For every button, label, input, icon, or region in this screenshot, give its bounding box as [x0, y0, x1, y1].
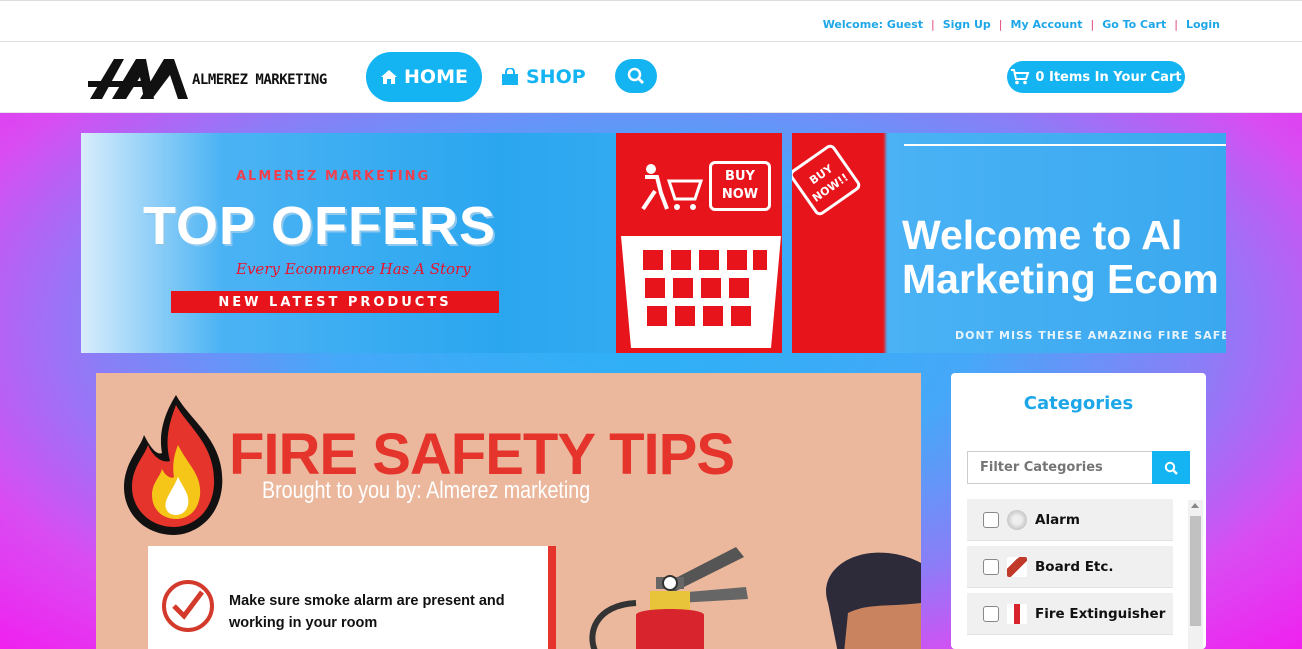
account-links: Welcome: Guest | Sign Up | My Account | …	[823, 18, 1220, 31]
category-label: Fire Extinguisher	[1035, 605, 1166, 622]
separator: |	[998, 18, 1003, 31]
category-checkbox[interactable]	[983, 605, 999, 622]
person-illustration	[826, 552, 921, 649]
cart-button[interactable]: 0 Items In Your Cart	[1007, 61, 1185, 93]
alarm-icon	[1007, 509, 1027, 530]
banner-tagline: DONT MISS THESE AMAZING FIRE SAFE	[955, 329, 1226, 342]
banner-slogan: Every Ecommerce Has A Story	[236, 260, 471, 278]
logo-text: ALMEREZ MARKETING	[192, 72, 327, 88]
filter-categories-input[interactable]	[967, 451, 1153, 484]
category-item-fire-extinguisher[interactable]: Fire Extinguisher	[967, 593, 1173, 635]
shopping-bag-icon	[502, 68, 518, 85]
categories-panel: Categories Alarm Board Etc. Fire Extingu…	[951, 373, 1206, 649]
buy-now-badge: BUY NOW!!	[792, 142, 863, 218]
go-to-cart-link[interactable]: Go To Cart	[1102, 18, 1166, 31]
category-checkbox[interactable]	[983, 511, 999, 528]
shop-button[interactable]: SHOP	[500, 52, 586, 102]
category-checkbox[interactable]	[983, 558, 999, 575]
category-item-alarm[interactable]: Alarm	[967, 499, 1173, 541]
login-link[interactable]: Login	[1186, 18, 1220, 31]
promo-banner-top-offers[interactable]: ALMEREZ MARKETING TOP OFFERS Every Ecomm…	[81, 133, 782, 353]
poster-subtitle: Brought to you by: Almerez marketing	[262, 477, 591, 504]
search-button[interactable]	[615, 59, 657, 93]
banner-line	[904, 144, 1226, 146]
top-utility-bar: Welcome: Guest | Sign Up | My Account | …	[0, 0, 1302, 42]
shopping-basket-icon	[621, 236, 781, 348]
welcome-line-1: Welcome to Al	[902, 212, 1183, 258]
shopper-cart-icon	[641, 164, 704, 211]
home-label: HOME	[404, 66, 468, 88]
cart-count: 0 Items In Your Cart	[1035, 69, 1182, 85]
scrollbar-thumb[interactable]	[1190, 516, 1201, 626]
shop-label: SHOP	[526, 66, 586, 88]
banner-headline: TOP OFFERS	[143, 196, 497, 256]
promo-banner-welcome[interactable]: BUY NOW!! Welcome to Al Marketing Ecom D…	[792, 133, 1226, 353]
logo-mark-icon	[88, 59, 188, 99]
fire-extinguisher-icon	[1007, 603, 1027, 624]
banner-ribbon: NEW LATEST PRODUCTS	[171, 291, 499, 313]
signup-link[interactable]: Sign Up	[943, 18, 991, 31]
tip-card: Make sure smoke alarm are present and wo…	[148, 546, 556, 649]
tip-text: Make sure smoke alarm are present and wo…	[229, 593, 505, 631]
category-label: Board Etc.	[1035, 558, 1114, 575]
search-icon	[1164, 461, 1178, 475]
main-content: ALMEREZ MARKETING TOP OFFERS Every Ecomm…	[0, 113, 1302, 649]
home-button[interactable]: HOME	[366, 52, 482, 102]
search-icon	[627, 67, 644, 84]
separator: |	[1090, 18, 1095, 31]
checkmark-icon	[162, 580, 214, 632]
home-icon	[381, 70, 398, 84]
welcome-text: Welcome: Guest	[822, 18, 924, 31]
fire-safety-poster: FIRE SAFETY TIPS Brought to you by: Alme…	[96, 373, 921, 649]
welcome-line-2: Marketing Ecom	[902, 256, 1219, 302]
categories-title: Categories	[1023, 393, 1134, 414]
buy-now-badge: BUY NOW	[709, 161, 771, 211]
flame-icon	[124, 395, 223, 535]
category-scrollbar[interactable]	[1188, 500, 1203, 649]
banner-brand: ALMEREZ MARKETING	[236, 169, 431, 184]
cart-icon	[1011, 69, 1030, 85]
category-label: Alarm	[1035, 511, 1080, 528]
filter-search-button[interactable]	[1152, 451, 1190, 484]
separator: |	[931, 18, 935, 31]
main-nav: ALMEREZ MARKETING HOME SHOP 0 Items In Y…	[0, 42, 1302, 113]
site-logo[interactable]: ALMEREZ MARKETING	[88, 57, 328, 101]
banner-welcome: Welcome to Al Marketing Ecom	[902, 213, 1219, 301]
scroll-up-icon[interactable]	[1191, 503, 1199, 508]
separator: |	[1174, 18, 1178, 31]
board-icon	[1007, 556, 1027, 577]
category-list: Alarm Board Etc. Fire Extinguisher	[967, 499, 1173, 640]
fire-extinguisher-icon	[589, 547, 748, 649]
my-account-link[interactable]: My Account	[1011, 18, 1083, 31]
category-item-board[interactable]: Board Etc.	[967, 546, 1173, 588]
